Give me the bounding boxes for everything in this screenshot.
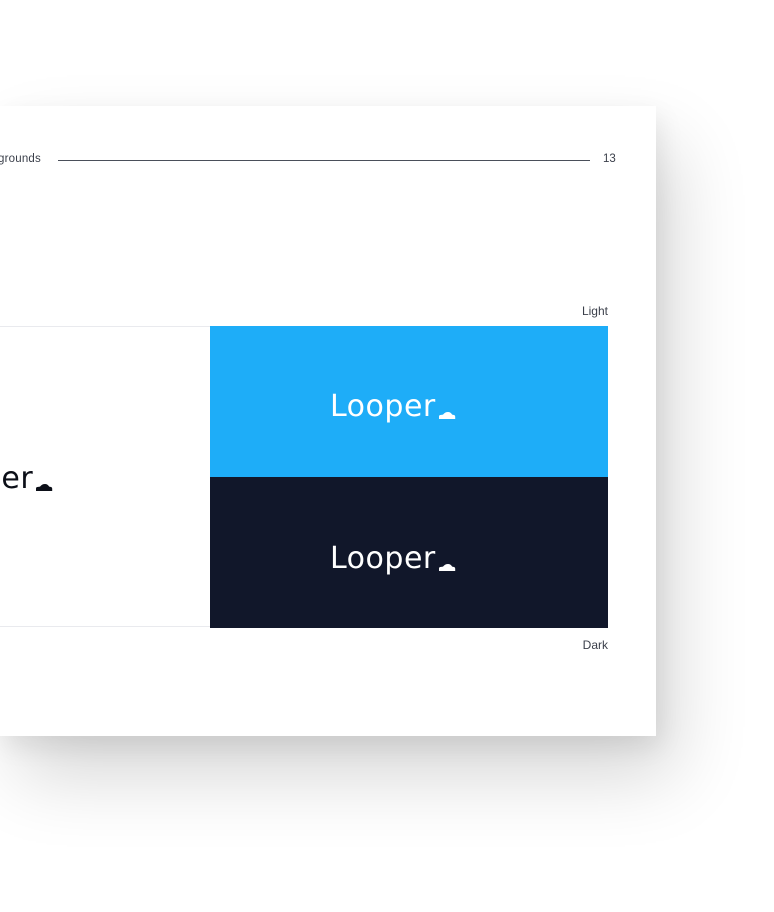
page-number: 13: [603, 153, 616, 165]
brand-guidelines-page: grounds 13 Light oper Looper Looper Dark: [0, 106, 656, 736]
logo-wordmark: Looper: [330, 389, 436, 424]
car-icon: [36, 484, 53, 491]
car-icon: [438, 564, 455, 571]
section-title: grounds: [0, 153, 41, 165]
logo-on-white: oper: [0, 464, 53, 494]
logo-on-navy: Looper: [330, 544, 456, 574]
logo-wordmark: oper: [0, 461, 34, 496]
car-icon: [438, 412, 455, 419]
dark-label: Dark: [582, 638, 608, 652]
light-label: Light: [581, 304, 608, 318]
header-divider: [58, 160, 590, 161]
logo-wordmark: Looper: [330, 541, 436, 576]
logo-on-blue: Looper: [330, 392, 456, 422]
blue-background-panel: Looper: [210, 326, 608, 477]
white-background-panel: oper: [0, 326, 210, 627]
navy-background-panel: Looper: [210, 477, 608, 628]
